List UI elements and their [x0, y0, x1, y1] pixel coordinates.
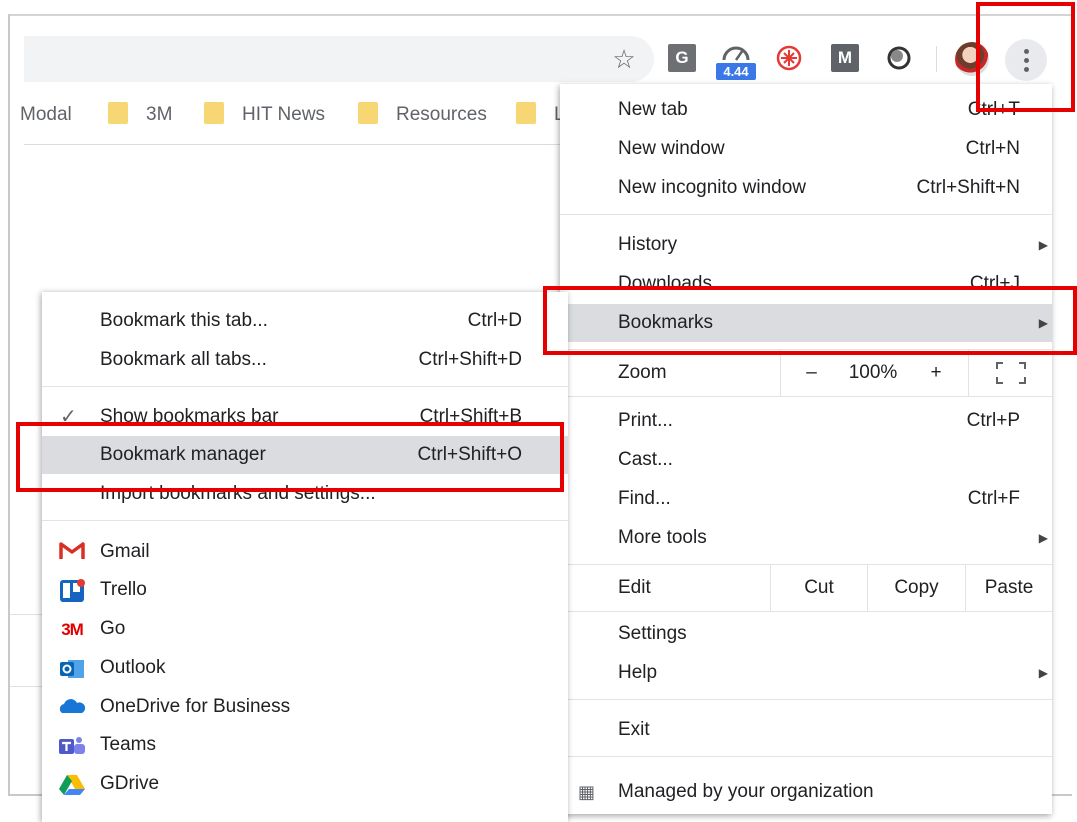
extension-m-icon[interactable]: M	[831, 44, 859, 72]
teams-icon	[58, 734, 86, 758]
copy-button[interactable]: Copy	[867, 565, 965, 611]
bookmark-folder-resources[interactable]: Resources	[358, 100, 487, 130]
cut-button[interactable]: Cut	[770, 565, 867, 611]
folder-icon	[516, 101, 536, 124]
browser-window: ☆ G 4.44 M Modal 3M HIT News Resources N…	[0, 0, 1077, 822]
menu-item-find[interactable]: Find... Ctrl+F	[560, 480, 1052, 518]
menu-item-cast[interactable]: Cast...	[560, 441, 1052, 479]
annotation-box-menu-button	[976, 2, 1075, 112]
folder-icon	[204, 101, 224, 124]
bookmarks-bar-divider	[24, 144, 568, 145]
submenu-arrow-icon: ▶	[1038, 531, 1048, 545]
menu-item-more-tools[interactable]: More tools ▶	[560, 519, 1052, 557]
bookmark-item-gmail[interactable]: Gmail	[42, 533, 568, 571]
chrome-main-menu: New tab Ctrl+T New window Ctrl+N New incog…	[560, 84, 1052, 814]
bookmarks-bar: Modal 3M HIT News Resources L	[10, 94, 570, 136]
menu-item-settings[interactable]: Settings	[560, 615, 1052, 653]
fullscreen-button[interactable]	[968, 350, 1052, 396]
building-icon: ▦	[578, 782, 596, 802]
extension-g-icon[interactable]: G	[668, 44, 696, 72]
menu-item-zoom: Zoom – 100% +	[560, 350, 1052, 396]
toolbar-separator	[936, 46, 937, 72]
zoom-out-button[interactable]: –	[780, 350, 842, 396]
menu-item-managed[interactable]: ▦ Managed by your organization	[560, 773, 1052, 811]
trello-icon	[58, 579, 86, 603]
bookmark-item-trello[interactable]: Trello	[42, 571, 568, 609]
menu-separator	[560, 611, 1052, 612]
menu-item-edit: Edit Cut Copy Paste	[560, 565, 1052, 611]
lastpass-extension-icon[interactable]	[775, 44, 803, 72]
fullscreen-icon	[995, 362, 1026, 384]
annotation-box-bookmark-manager	[16, 422, 564, 492]
bookmark-item-gdrive[interactable]: GDrive	[42, 765, 568, 803]
3m-icon: 3M	[61, 620, 84, 639]
menu-separator	[560, 756, 1052, 757]
bookmark-item-teams[interactable]: Teams	[42, 726, 568, 764]
zoom-in-button[interactable]: +	[904, 350, 968, 396]
bookmark-folder-l[interactable]: L	[516, 100, 565, 130]
menu-separator	[42, 386, 568, 387]
gdrive-icon	[58, 773, 86, 797]
bookmark-item-outlook[interactable]: Outlook	[42, 649, 568, 687]
menu-item-exit[interactable]: Exit	[560, 711, 1052, 749]
menu-item-print[interactable]: Print... Ctrl+P	[560, 402, 1052, 440]
page-divider	[10, 614, 44, 615]
bookmark-item-onedrive[interactable]: OneDrive for Business	[42, 688, 568, 726]
bookmark-modal[interactable]: Modal	[20, 100, 72, 130]
speedometer-icon	[722, 46, 750, 61]
zoom-level: 100%	[848, 362, 898, 383]
folder-icon	[108, 101, 128, 124]
circle-extension-icon[interactable]	[885, 44, 913, 72]
submenu-arrow-icon: ▶	[1038, 238, 1048, 252]
submenu-item-bookmark-all-tabs[interactable]: Bookmark all tabs... Ctrl+Shift+D	[42, 341, 568, 379]
bookmarks-submenu: Bookmark this tab... Ctrl+D Bookmark all …	[42, 292, 568, 822]
star-icon[interactable]: ☆	[610, 45, 638, 73]
bookmark-folder-3m[interactable]: 3M	[108, 100, 172, 130]
onedrive-icon	[58, 696, 86, 720]
submenu-item-bookmark-this-tab[interactable]: Bookmark this tab... Ctrl+D	[42, 302, 568, 340]
menu-separator	[560, 699, 1052, 700]
outlook-icon	[58, 657, 86, 681]
menu-separator	[560, 396, 1052, 397]
menu-separator	[560, 214, 1052, 215]
menu-item-help[interactable]: Help ▶	[560, 654, 1052, 692]
page-divider	[10, 686, 44, 687]
folder-icon	[358, 101, 378, 124]
menu-item-new-window[interactable]: New window Ctrl+N	[560, 130, 1052, 168]
gmail-icon	[58, 541, 86, 565]
menu-separator	[42, 520, 568, 521]
paste-button[interactable]: Paste	[965, 565, 1052, 611]
bookmark-folder-hit-news[interactable]: HIT News	[204, 100, 325, 130]
menu-item-history[interactable]: History ▶	[560, 226, 1052, 264]
extension-badge: 4.44	[716, 63, 756, 80]
menu-item-new-incognito-window[interactable]: New incognito window Ctrl+Shift+N	[560, 169, 1052, 207]
speedometer-extension-icon[interactable]: 4.44	[716, 36, 756, 80]
submenu-arrow-icon: ▶	[1038, 666, 1048, 680]
annotation-box-bookmarks	[543, 286, 1077, 355]
address-bar[interactable]: ☆	[24, 36, 654, 82]
bookmark-item-go[interactable]: 3M Go	[42, 610, 568, 648]
